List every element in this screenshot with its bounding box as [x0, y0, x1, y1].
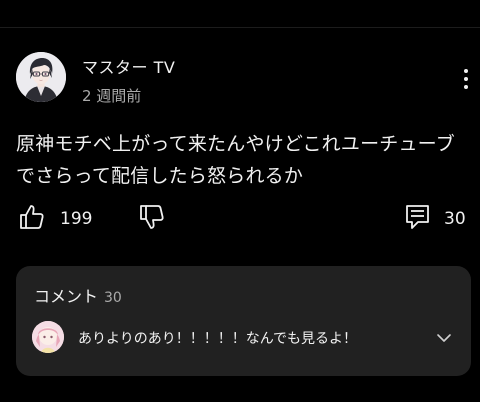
channel-name[interactable]: マスター TV — [82, 54, 175, 78]
like-button[interactable] — [18, 203, 46, 231]
comments-panel[interactable]: コメント 30 ありよりのあり！！！！！なんでも見るよ！ — [16, 266, 471, 376]
channel-avatar[interactable] — [16, 52, 66, 102]
top-comment-text: ありよりのあり！！！！！なんでも見るよ！ — [78, 331, 358, 347]
comments-label: コメント — [34, 287, 99, 306]
more-vert-icon-dot-3 — [464, 85, 468, 89]
dislike-button[interactable] — [138, 203, 166, 231]
expand-comments-button[interactable] — [434, 330, 454, 346]
comments-count: 30 — [104, 290, 122, 306]
like-count: 199 — [60, 209, 93, 229]
comment-icon — [406, 205, 429, 229]
post-text-line-2: でさらって配信したら怒られるか — [16, 165, 304, 187]
thumb-up-icon — [20, 205, 44, 229]
thumb-down-icon — [140, 205, 164, 229]
comments-heading: コメント 30 — [34, 283, 122, 307]
chevron-down-icon — [437, 334, 451, 342]
more-vert-icon — [464, 69, 468, 73]
more-vert-icon-dot-2 — [464, 77, 468, 81]
post-text: 原神モチベ上がって来たんやけどこれユーチューブ でさらって配信したら怒られるか — [16, 128, 471, 192]
comment-button[interactable] — [404, 203, 432, 231]
post-time: 2 週間前 — [82, 87, 142, 105]
top-divider — [0, 27, 480, 28]
commenter-avatar[interactable] — [32, 321, 64, 353]
more-options-button[interactable] — [452, 62, 480, 96]
post-text-line-1: 原神モチベ上がって来たんやけどこれユーチューブ — [16, 133, 455, 155]
community-post-page: マスター TV 2 週間前 原神モチベ上がって来たんやけどこれユーチューブ でさ… — [0, 0, 480, 402]
comment-count: 30 — [444, 209, 466, 229]
